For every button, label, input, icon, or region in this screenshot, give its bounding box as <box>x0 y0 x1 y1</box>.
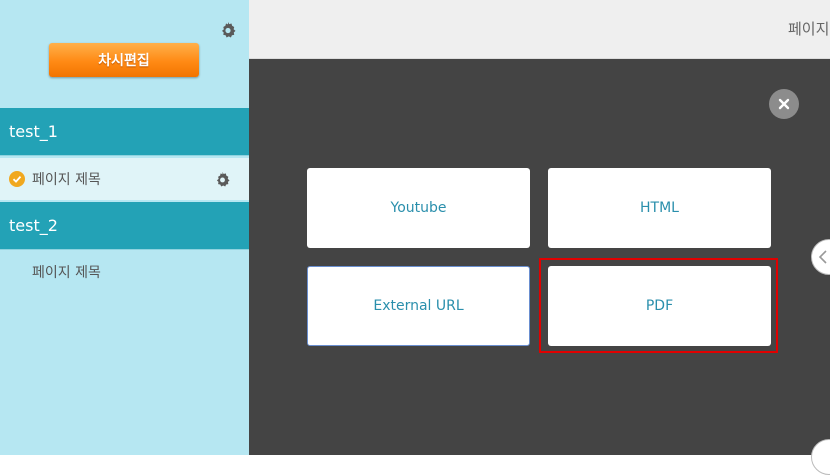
section-header-test-1[interactable]: test_1 <box>0 108 249 156</box>
page-item-label: 페이지 제목 <box>32 265 101 281</box>
section-title: test_1 <box>9 122 58 141</box>
section-title: test_2 <box>9 216 58 235</box>
page-item-label: 페이지 제목 <box>32 172 101 188</box>
content-type-dialog: Youtube HTML External URL PDF <box>249 59 830 475</box>
external-url-option-button[interactable]: External URL <box>307 266 530 346</box>
scroll-handle[interactable] <box>811 439 830 475</box>
page-item[interactable]: 페이지 제목 <box>0 158 249 200</box>
html-option-button[interactable]: HTML <box>548 168 771 248</box>
page-settings-gear-icon[interactable] <box>212 169 232 189</box>
section-header-test-2[interactable]: test_2 <box>0 202 249 250</box>
check-icon <box>9 171 25 187</box>
collapse-handle[interactable] <box>811 239 830 275</box>
sidebar: 차시편집 test_1 페이지 제목 test_2 페이지 제목 <box>0 0 249 455</box>
pdf-highlight-box <box>539 258 778 353</box>
youtube-option-button[interactable]: Youtube <box>307 168 530 248</box>
edit-lesson-button[interactable]: 차시편집 <box>49 43 199 77</box>
chevron-left-icon <box>818 250 827 264</box>
close-icon <box>778 98 790 110</box>
page-title: 페이지 <box>788 20 830 38</box>
close-button[interactable] <box>769 89 799 119</box>
top-bar: 페이지 <box>249 0 830 59</box>
page-item[interactable]: 페이지 제목 <box>0 251 249 293</box>
settings-gear-icon[interactable] <box>218 20 238 40</box>
